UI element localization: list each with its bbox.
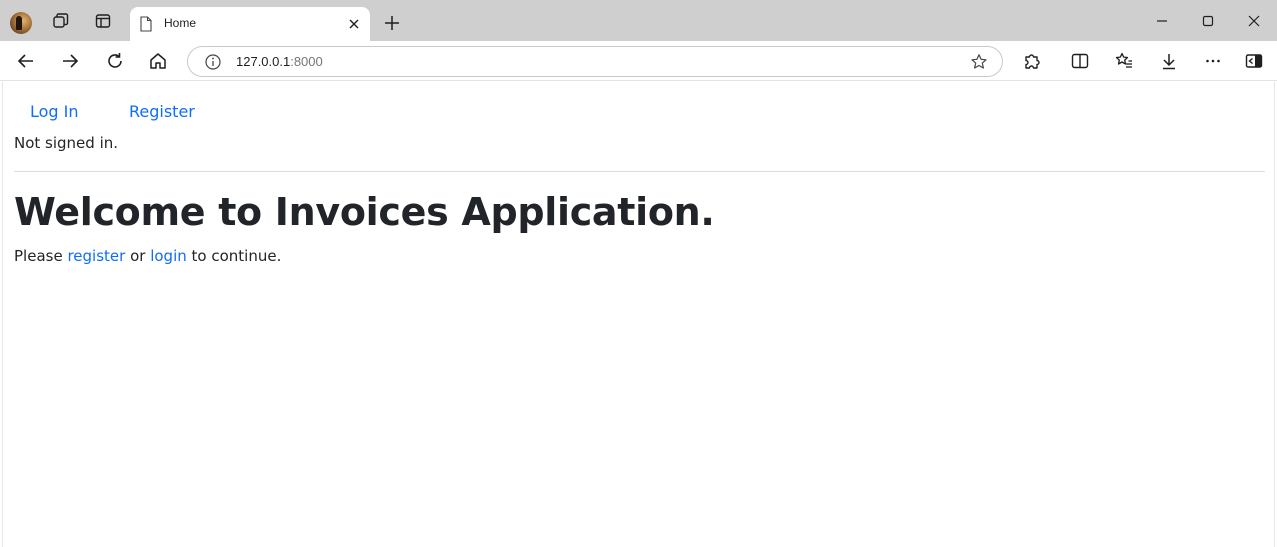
- tab-home[interactable]: Home: [130, 7, 370, 41]
- browser-titlebar: Home: [0, 0, 1277, 41]
- intro-text: Please register or login to continue.: [14, 247, 281, 265]
- login-link[interactable]: Log In: [30, 102, 79, 121]
- sidebar-icon[interactable]: [1243, 50, 1265, 72]
- close-icon[interactable]: [346, 16, 362, 32]
- tab-actions-icon[interactable]: [92, 10, 114, 32]
- inline-register-link[interactable]: register: [67, 247, 125, 265]
- url-port: :8000: [290, 54, 323, 69]
- inline-login-link[interactable]: login: [150, 247, 187, 265]
- intro-middle: or: [125, 247, 151, 265]
- window-close-icon[interactable]: [1245, 12, 1263, 30]
- signin-status: Not signed in.: [14, 134, 119, 152]
- url-host: 127.0.0.1: [236, 54, 291, 69]
- plus-icon[interactable]: [381, 12, 403, 34]
- profile-avatar[interactable]: [10, 12, 32, 34]
- page-viewport: Log In Register Not signed in. Welcome t…: [2, 82, 1275, 547]
- page-icon: [139, 16, 153, 32]
- download-icon[interactable]: [1158, 50, 1180, 72]
- reload-icon[interactable]: [104, 50, 126, 72]
- star-icon[interactable]: [970, 53, 988, 71]
- workspaces-icon[interactable]: [50, 10, 72, 32]
- arrow-left-icon[interactable]: [15, 50, 37, 72]
- intro-prefix: Please: [14, 247, 68, 265]
- address-bar[interactable]: 127.0.0.1:8000: [187, 46, 1003, 77]
- page-title: Welcome to Invoices Application.: [14, 190, 715, 234]
- favorites-list-icon[interactable]: [1113, 50, 1135, 72]
- url-text[interactable]: 127.0.0.1:8000: [236, 54, 323, 69]
- puzzle-icon[interactable]: [1021, 50, 1043, 72]
- maximize-icon[interactable]: [1199, 12, 1217, 30]
- minimize-icon[interactable]: [1153, 12, 1171, 30]
- intro-suffix: to continue.: [186, 247, 282, 265]
- divider: [14, 171, 1265, 172]
- profile-avatar-figure: [16, 16, 22, 30]
- split-screen-icon[interactable]: [1069, 50, 1091, 72]
- info-icon[interactable]: [204, 53, 222, 71]
- more-icon[interactable]: [1202, 50, 1224, 72]
- home-icon[interactable]: [147, 50, 169, 72]
- tab-title: Home: [164, 16, 197, 30]
- arrow-right-icon[interactable]: [59, 50, 81, 72]
- register-link[interactable]: Register: [129, 102, 195, 121]
- browser-toolbar: 127.0.0.1:8000: [0, 41, 1277, 81]
